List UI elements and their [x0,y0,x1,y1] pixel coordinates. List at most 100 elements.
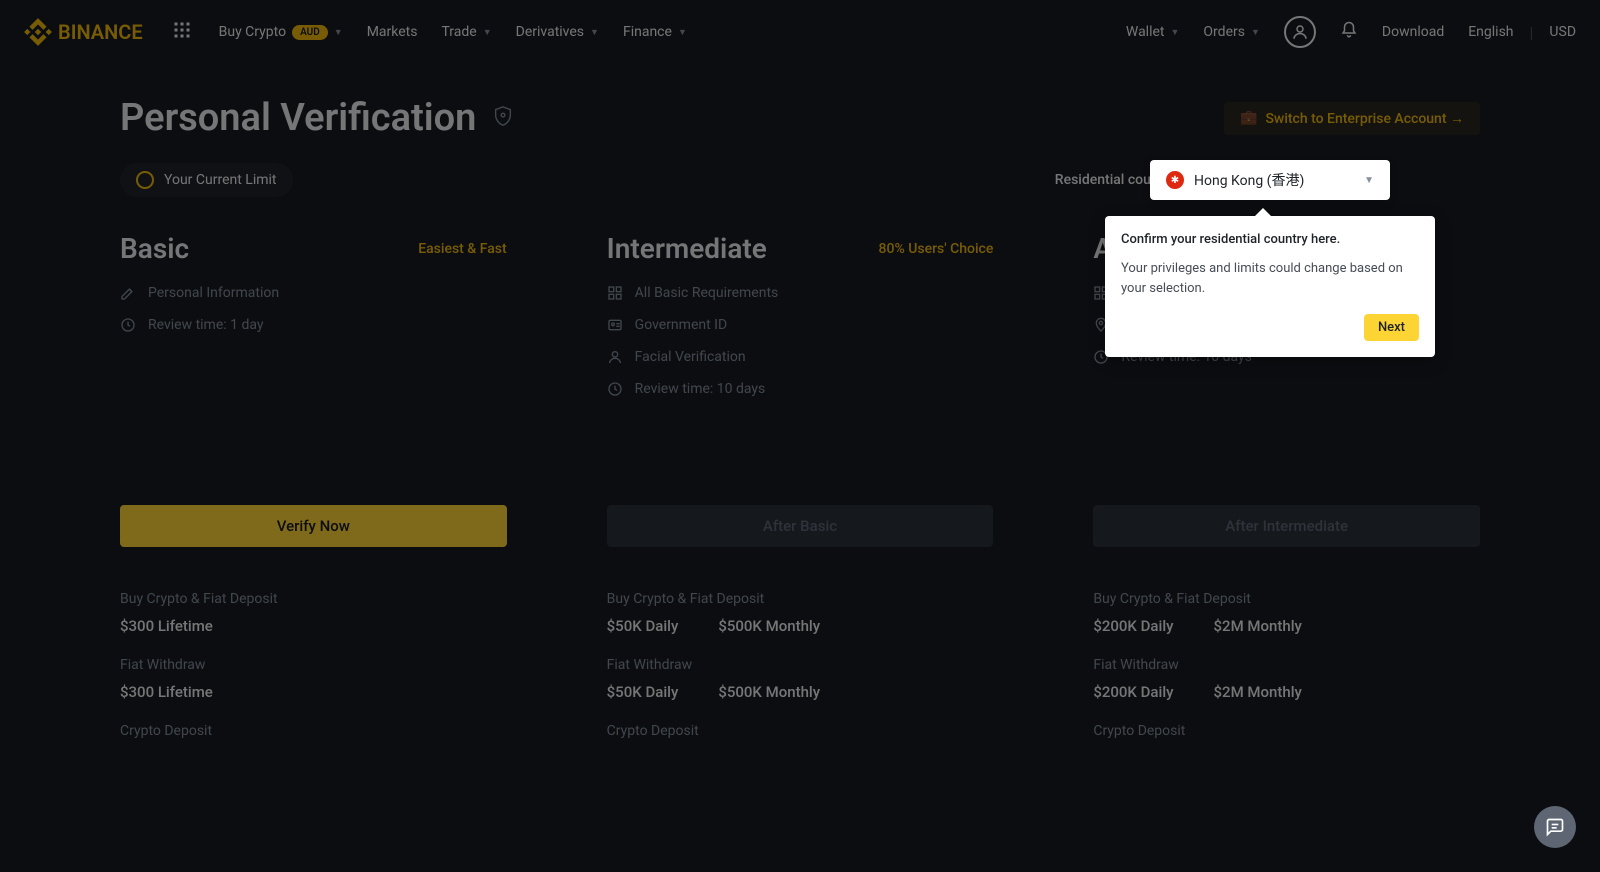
nav-derivatives[interactable]: Derivatives ▼ [516,24,599,40]
requirement-text: Government ID [635,317,728,333]
limit-values: $50K Daily $500K Monthly [607,683,994,701]
link-text: Switch to Enterprise Account → [1265,110,1464,127]
limit-value: $500K Monthly [718,683,820,701]
nav-download[interactable]: Download [1382,24,1444,40]
nav-currency[interactable]: USD [1549,24,1576,40]
limits-section: Buy Crypto & Fiat Deposit $50K Daily $500K… [607,579,994,739]
limit-value: $50K Daily [607,617,679,635]
switch-enterprise-link[interactable]: 💼 Switch to Enterprise Account → [1224,102,1480,135]
nav-buy-crypto[interactable]: Buy Crypto AUD ▼ [219,24,343,40]
header: BINANCE Buy Crypto AUD ▼ Markets Trade ▼… [0,0,1600,64]
header-right: Wallet ▼ Orders ▼ Download English | USD [1126,16,1576,48]
chevron-down-icon: ▼ [590,27,599,38]
limit-label: Crypto Deposit [120,723,507,739]
tooltip-body: Your privileges and limits could change … [1121,259,1419,298]
limit-value: $2M Monthly [1214,617,1302,635]
requirement-text: Review time: 10 days [635,381,766,397]
nav-label: Wallet [1126,24,1165,40]
requirement-item: Personal Information [120,285,507,301]
brand-text: BINANCE [58,20,143,44]
chat-fab[interactable] [1534,806,1576,848]
limit-value: $200K Daily [1093,683,1173,701]
nav-trade[interactable]: Trade ▼ [441,24,491,40]
nav-label: English [1468,24,1513,40]
region-value: Hong Kong (香港) [1194,170,1354,190]
apps-menu-icon[interactable] [173,21,191,43]
tier-locked-button: After Basic [607,505,994,547]
edit-icon [120,285,136,301]
limit-value: $300 Lifetime [120,683,213,701]
limit-label: Fiat Withdraw [607,657,994,673]
limit-values: $300 Lifetime [120,683,507,701]
aud-badge: AUD [292,25,328,40]
limit-value: $2M Monthly [1214,683,1302,701]
tooltip-next-button[interactable]: Next [1364,314,1419,341]
nav-wallet[interactable]: Wallet ▼ [1126,24,1180,40]
limit-values: $200K Daily $2M Monthly [1093,617,1480,635]
requirement-text: Facial Verification [635,349,746,365]
requirement-item: Government ID [607,317,994,333]
page-title: Personal Verification [120,96,476,140]
nav-label: Buy Crypto [219,24,286,40]
nav-label: Trade [441,24,476,40]
tooltip-title: Confirm your residential country here. [1121,232,1419,247]
requirement-item: Review time: 10 days [607,381,994,397]
limit-label: Fiat Withdraw [120,657,507,673]
requirement-item: Review time: 1 day [120,317,507,333]
bell-icon[interactable] [1340,21,1358,43]
limit-label: Your Current Limit [164,172,277,188]
face-icon [607,349,623,365]
requirement-text: All Basic Requirements [635,285,779,301]
nav-label: Download [1382,24,1444,40]
chevron-down-icon: ▼ [1251,27,1260,38]
limit-label: Fiat Withdraw [1093,657,1480,673]
chevron-down-icon: ▼ [334,27,343,38]
nav-links: Buy Crypto AUD ▼ Markets Trade ▼ Derivat… [219,24,687,40]
limit-label: Buy Crypto & Fiat Deposit [1093,591,1480,607]
limits-section: Buy Crypto & Fiat Deposit $200K Daily $2M … [1093,579,1480,739]
limit-values: $200K Daily $2M Monthly [1093,683,1480,701]
limit-value: $200K Daily [1093,617,1173,635]
nav-label: USD [1549,24,1576,40]
nav-language[interactable]: English [1468,24,1513,40]
verify-now-button[interactable]: Verify Now [120,505,507,547]
requirements-list: Personal Information Review time: 1 day [120,285,507,505]
limit-label: Buy Crypto & Fiat Deposit [607,591,994,607]
divider: | [1530,23,1534,42]
region-select[interactable]: ✱ Hong Kong (香港) ▼ [1150,160,1390,200]
requirement-item: All Basic Requirements [607,285,994,301]
tier-basic: BasicEasiest & FastPersonal InformationR… [120,232,507,739]
limit-label: Crypto Deposit [1093,723,1480,739]
chevron-down-icon: ▼ [678,27,687,38]
current-limit-pill[interactable]: Your Current Limit [120,163,293,197]
requirement-text: Personal Information [148,285,279,301]
limit-value: $300 Lifetime [120,617,213,635]
limit-values: $50K Daily $500K Monthly [607,617,994,635]
nav-markets[interactable]: Markets [367,24,418,40]
chevron-down-icon: ▼ [1171,27,1180,38]
requirements-list: All Basic Requirements Government ID Facia… [607,285,994,505]
tier-title: Intermediate [607,232,767,265]
limit-value: $50K Daily [607,683,679,701]
clock-icon [607,381,623,397]
tier-tag: 80% Users' Choice [879,241,994,257]
nav-label: Derivatives [516,24,584,40]
progress-icon [136,171,154,189]
limit-value: $500K Monthly [718,617,820,635]
tier-intermediate: Intermediate 80% Users' Choice All Basic R… [607,232,994,739]
chat-icon [1545,817,1565,837]
brand-logo[interactable]: BINANCE [24,18,143,46]
briefcase-icon: 💼 [1240,110,1257,126]
limits-section: Buy Crypto & Fiat Deposit $300 Lifetime Fi… [120,579,507,739]
chevron-down-icon: ▼ [1364,175,1374,186]
tier-locked-button: After Intermediate [1093,505,1480,547]
limit-label: Buy Crypto & Fiat Deposit [120,591,507,607]
requirement-item: Facial Verification [607,349,994,365]
binance-icon [24,18,52,46]
chevron-down-icon: ▼ [483,27,492,38]
nav-finance[interactable]: Finance ▼ [623,24,687,40]
tier-tag: Easiest & Fast [418,241,506,257]
user-icon[interactable] [1284,16,1316,48]
limit-values: $300 Lifetime [120,617,507,635]
nav-orders[interactable]: Orders ▼ [1203,24,1259,40]
